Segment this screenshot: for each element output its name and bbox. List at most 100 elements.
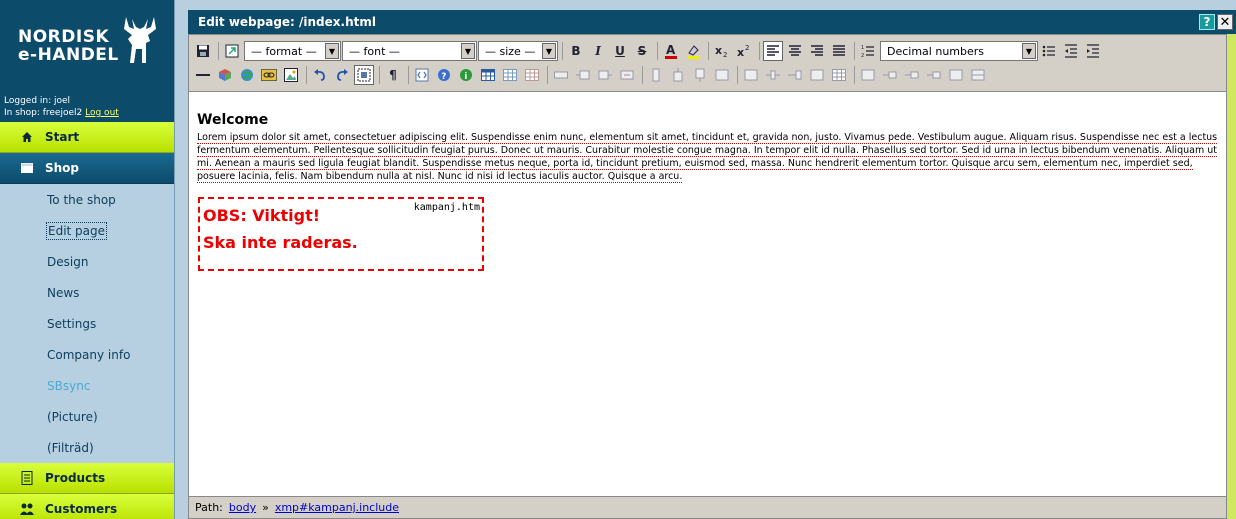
nav-sub-label: Design xyxy=(47,254,89,269)
table-grid-icon[interactable] xyxy=(829,65,849,85)
form-button-icon[interactable] xyxy=(968,65,988,85)
insert-col-before-icon[interactable] xyxy=(668,65,688,85)
delete-col-icon[interactable] xyxy=(712,65,732,85)
font-select-value: — font — xyxy=(349,44,400,58)
fullscreen-icon[interactable] xyxy=(222,41,242,61)
window-titlebar: Edit webpage: /index.html ? ✕ xyxy=(188,10,1236,34)
nav-start[interactable]: Start xyxy=(0,122,174,153)
chevron-down-icon: ▼ xyxy=(1022,43,1036,59)
underline-button[interactable]: U xyxy=(610,41,630,61)
close-button[interactable]: ✕ xyxy=(1217,14,1233,30)
editor-content[interactable]: Welcome Lorem ipsum dolor sit amet, cons… xyxy=(189,92,1226,494)
nav-sub-sbsync[interactable]: SBsync xyxy=(0,370,174,401)
delete-row-icon[interactable] xyxy=(617,65,637,85)
cell-merge-down-icon[interactable] xyxy=(807,65,827,85)
outdent-icon[interactable] xyxy=(1061,41,1081,61)
strikethrough-button[interactable]: S xyxy=(632,41,652,61)
logout-link[interactable]: Log out xyxy=(85,108,119,118)
format-select[interactable]: — format — ▼ xyxy=(244,41,341,61)
align-justify-icon[interactable] xyxy=(829,41,849,61)
help-button[interactable]: ? xyxy=(1199,14,1215,30)
svg-text:i: i xyxy=(464,72,467,82)
form-icon[interactable] xyxy=(858,65,878,85)
horizontal-rule-icon[interactable] xyxy=(193,65,213,85)
insert-image-icon[interactable] xyxy=(281,65,301,85)
help-icon[interactable]: ? xyxy=(434,65,454,85)
indent-icon[interactable] xyxy=(1083,41,1103,61)
form-field-icon[interactable] xyxy=(880,65,900,85)
insert-row-before-icon[interactable] xyxy=(573,65,593,85)
nav-sub-edit-page[interactable]: Edit page xyxy=(0,215,174,246)
split-cell-icon[interactable] xyxy=(741,65,761,85)
ordered-list-icon[interactable]: 12 xyxy=(858,41,878,61)
app-root: NORDISK e-HANDEL Logged in: joel In shop… xyxy=(0,0,1236,519)
nav-customers-label: Customers xyxy=(45,502,118,516)
document-paragraph-text: Lorem ipsum dolor sit amet, consectetuer… xyxy=(197,132,1218,183)
html-source-icon[interactable] xyxy=(412,65,432,85)
nav-shop[interactable]: Shop xyxy=(0,153,174,184)
insert-anchor-icon[interactable] xyxy=(259,65,279,85)
nav-sub-label: Settings xyxy=(47,316,97,331)
nav-customers[interactable]: Customers xyxy=(0,494,174,519)
user-info: Logged in: joel In shop: freejoel2 Log o… xyxy=(0,92,174,122)
brand-line2: e-HANDEL xyxy=(18,45,119,65)
nav-sub-design[interactable]: Design xyxy=(0,246,174,277)
form-checkbox-icon[interactable] xyxy=(924,65,944,85)
unordered-list-icon[interactable] xyxy=(1039,41,1059,61)
nav-sub-settings[interactable]: Settings xyxy=(0,308,174,339)
toolbar-separator xyxy=(547,66,548,84)
toolbar-separator xyxy=(408,66,409,84)
highlight-color-icon[interactable] xyxy=(683,41,703,61)
form-textarea-icon[interactable] xyxy=(946,65,966,85)
insert-row-after-icon[interactable] xyxy=(595,65,615,85)
home-icon xyxy=(20,130,34,144)
form-select-icon[interactable] xyxy=(902,65,922,85)
nav-sub-news[interactable]: News xyxy=(0,277,174,308)
toolbar-separator xyxy=(854,66,855,84)
document-paragraph[interactable]: Lorem ipsum dolor sit amet, consectetuer… xyxy=(197,131,1218,183)
insert-link-icon[interactable] xyxy=(237,65,257,85)
list-style-select[interactable]: Decimal numbers ▼ xyxy=(880,41,1038,61)
row-properties-icon[interactable] xyxy=(551,65,571,85)
font-select[interactable]: — font — ▼ xyxy=(342,41,477,61)
align-left-icon[interactable] xyxy=(763,41,783,61)
superscript-icon[interactable]: x2 xyxy=(734,41,754,61)
path-crumb-body[interactable]: body xyxy=(229,501,256,514)
nav-sub-company-info[interactable]: Company info xyxy=(0,339,174,370)
nav-sub-to-the-shop[interactable]: To the shop xyxy=(0,184,174,215)
size-select[interactable]: — size — ▼ xyxy=(478,41,558,61)
toolbar-separator xyxy=(642,66,643,84)
cell-properties-icon[interactable] xyxy=(522,65,542,85)
path-crumb-include[interactable]: xmp#kampanj.include xyxy=(275,501,399,514)
col-properties-icon[interactable] xyxy=(646,65,666,85)
cell-merge-right-icon[interactable] xyxy=(785,65,805,85)
toolbar-separator xyxy=(218,42,219,60)
text-color-icon[interactable]: A xyxy=(661,41,681,61)
nav-sub-picture[interactable]: (Picture) xyxy=(0,401,174,432)
save-icon[interactable] xyxy=(193,41,213,61)
include-line-1: OBS: Viktigt! xyxy=(203,206,321,225)
svg-text:A: A xyxy=(666,43,676,57)
select-all-icon[interactable] xyxy=(354,65,374,85)
nav-sub-label: To the shop xyxy=(47,192,116,207)
nav-products[interactable]: Products xyxy=(0,463,174,494)
info-icon[interactable]: i xyxy=(456,65,476,85)
table-properties-icon[interactable] xyxy=(500,65,520,85)
undo-icon[interactable] xyxy=(310,65,330,85)
insert-object-icon[interactable] xyxy=(215,65,235,85)
insert-table-icon[interactable] xyxy=(478,65,498,85)
nav-sub-filtrad[interactable]: (Filträd) xyxy=(0,432,174,463)
italic-button[interactable]: I xyxy=(588,41,608,61)
window-title: Edit webpage: /index.html xyxy=(198,15,376,29)
align-center-icon[interactable] xyxy=(785,41,805,61)
subscript-icon[interactable]: x2 xyxy=(712,41,732,61)
pilcrow-icon[interactable]: ¶ xyxy=(383,65,403,85)
include-block[interactable]: kampanj.htm OBS: Viktigt! Ska inte rader… xyxy=(198,197,484,271)
size-select-value: — size — xyxy=(485,44,536,58)
document-heading[interactable]: Welcome xyxy=(197,112,1218,128)
insert-col-after-icon[interactable] xyxy=(690,65,710,85)
redo-icon[interactable] xyxy=(332,65,352,85)
merge-cells-icon[interactable] xyxy=(763,65,783,85)
bold-button[interactable]: B xyxy=(566,41,586,61)
align-right-icon[interactable] xyxy=(807,41,827,61)
